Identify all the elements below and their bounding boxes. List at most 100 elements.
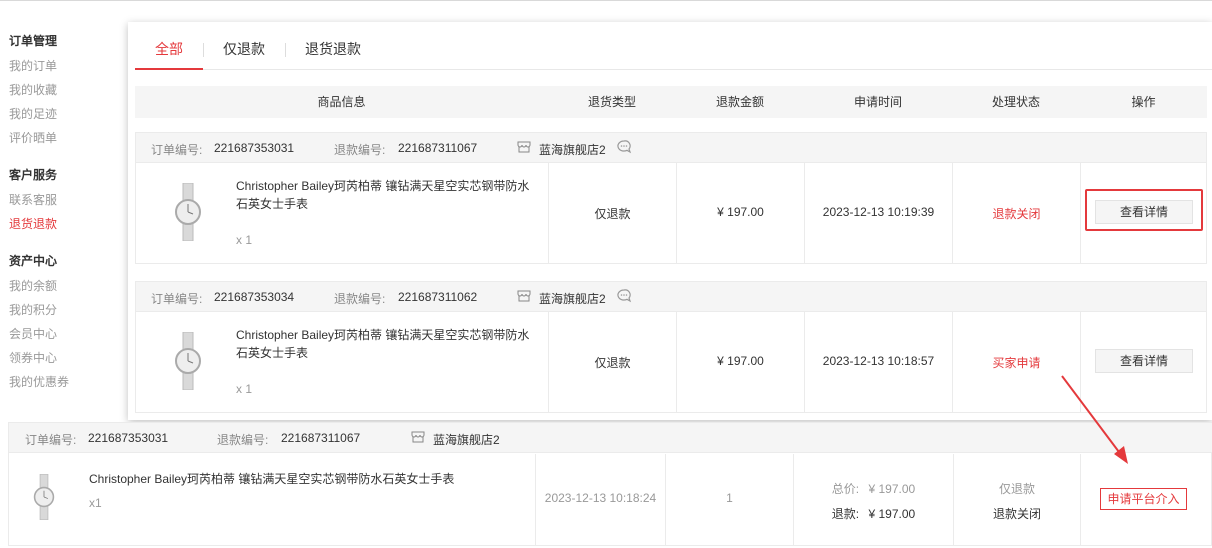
refund-type-cell: 仅退款 xyxy=(549,163,677,263)
table-header: 商品信息 退货类型 退款金额 申请时间 处理状态 操作 xyxy=(135,86,1207,118)
refund-list-panel: 全部 仅退款 退货退款 商品信息 退货类型 退款金额 申请时间 处理状态 操作 … xyxy=(135,28,1212,420)
status-cell: 退款关闭 xyxy=(953,163,1081,263)
annotation-arrow-icon xyxy=(1061,375,1128,464)
col-refund-type: 退货类型 xyxy=(587,95,636,109)
apply-time: 2023-12-13 10:18:57 xyxy=(822,354,935,368)
product-name[interactable]: Christopher Bailey珂芮柏蒂 镶钻满天星空实芯钢带防水石英女士手… xyxy=(236,326,536,362)
total-label: 总价: xyxy=(831,482,860,496)
amount-cell: 总价: ¥ 197.00 退款: ¥ 197.00 xyxy=(794,454,954,546)
apply-time-cell: 2023-12-13 10:18:57 xyxy=(805,312,953,412)
platform-order-row: 订单编号: 221687353031 退款编号: 221687311067 蓝海… xyxy=(8,422,1212,546)
shop-icon xyxy=(517,141,531,153)
sidebar: 订单管理 我的订单 我的收藏 我的足迹 评价晒单 客户服务 联系客服 退货退款 … xyxy=(9,32,119,410)
sidebar-title: 客户服务 xyxy=(9,168,58,182)
tab-all[interactable]: 全部 xyxy=(135,38,203,70)
sidebar-item-points[interactable]: 我的积分 xyxy=(9,300,119,324)
refund-type: 仅退款 xyxy=(594,207,631,221)
request-platform-intervention-button[interactable]: 申请平台介入 xyxy=(1100,488,1187,510)
view-details-button[interactable]: 查看详情 xyxy=(1095,200,1193,224)
order-no: 221687353034 xyxy=(214,290,295,304)
order-body: Christopher Bailey珂芮柏蒂 镶钻满天星空实芯钢带防水石英女士手… xyxy=(136,163,1206,263)
sidebar-title: 订单管理 xyxy=(9,34,58,48)
refund-no: 221687311067 xyxy=(281,431,361,445)
tab-bar: 全部 仅退款 退货退款 xyxy=(135,28,1212,70)
order-no-label: 订单编号: xyxy=(151,292,203,306)
sidebar-title: 资产中心 xyxy=(9,254,58,268)
refund-no-label: 退款编号: xyxy=(334,143,386,157)
apply-time-cell: 2023-12-13 10:18:24 xyxy=(536,454,666,546)
sidebar-item-footprints[interactable]: 我的足迹 xyxy=(9,104,119,128)
product-qty: x 1 xyxy=(236,233,253,247)
refund-status: 退款关闭 xyxy=(992,207,1041,221)
refund-status: 买家申请 xyxy=(992,356,1041,370)
refund-no: 221687311062 xyxy=(398,290,478,304)
sidebar-item-refunds[interactable]: 退货退款 xyxy=(9,214,119,238)
sidebar-item-membership[interactable]: 会员中心 xyxy=(9,324,119,348)
order-header: 订单编号: 221687353031 退款编号: 221687311067 蓝海… xyxy=(9,423,1212,453)
sidebar-item-my-coupons[interactable]: 我的优惠券 xyxy=(9,372,119,396)
total-value: ¥ 197.00 xyxy=(868,482,916,496)
tab-divider xyxy=(285,43,286,57)
refund-no-label: 退款编号: xyxy=(334,292,386,306)
refund-amount-cell: ¥ 197.00 xyxy=(677,312,805,412)
watch-image[interactable] xyxy=(174,183,202,241)
refund-type: 仅退款 xyxy=(594,356,631,370)
sidebar-item-coupon-center[interactable]: 领券中心 xyxy=(9,348,119,372)
product-cell: Christopher Bailey珂芮柏蒂 镶钻满天星空实芯钢带防水石英女士手… xyxy=(9,454,536,546)
sidebar-item-balance[interactable]: 我的余额 xyxy=(9,276,119,300)
apply-time: 2023-12-13 10:19:39 xyxy=(822,205,935,219)
tab-return-refund[interactable]: 退货退款 xyxy=(295,38,371,70)
order-no-label: 订单编号: xyxy=(151,143,203,157)
top-divider xyxy=(0,0,1212,1)
refund-status: 退款关闭 xyxy=(992,507,1041,521)
col-product-info: 商品信息 xyxy=(317,95,366,109)
sidebar-item-reviews[interactable]: 评价晒单 xyxy=(9,128,119,152)
order-no: 221687353031 xyxy=(88,431,169,445)
order-row: 订单编号: 221687353031 退款编号: 221687311067 蓝海… xyxy=(135,132,1207,264)
shop-name[interactable]: 蓝海旗舰店2 xyxy=(539,290,606,307)
refund-no-label: 退款编号: xyxy=(217,433,269,447)
order-header: 订单编号: 221687353034 退款编号: 221687311062 蓝海… xyxy=(136,282,1206,312)
product-name[interactable]: Christopher Bailey珂芮柏蒂 镶钻满天星空实芯钢带防水石英女士手… xyxy=(236,177,536,213)
product-qty: x1 xyxy=(89,496,102,510)
refund-amount: ¥ 197.00 xyxy=(717,205,764,219)
order-no-label: 订单编号: xyxy=(25,433,77,447)
sidebar-item-contact[interactable]: 联系客服 xyxy=(9,190,119,214)
sidebar-group-service: 客户服务 联系客服 退货退款 xyxy=(9,166,119,238)
refund-line: 退款: ¥ 197.00 xyxy=(794,505,953,522)
tab-divider xyxy=(203,43,204,57)
chat-icon[interactable] xyxy=(616,288,632,304)
col-status: 处理状态 xyxy=(991,95,1040,109)
order-body: Christopher Bailey珂芮柏蒂 镶钻满天星空实芯钢带防水石英女士手… xyxy=(136,312,1206,412)
refund-label: 退款: xyxy=(831,507,860,521)
item-count: 1 xyxy=(726,491,733,505)
refund-value: ¥ 197.00 xyxy=(868,507,916,521)
shop-icon xyxy=(411,431,425,443)
tab-refund-only[interactable]: 仅退款 xyxy=(213,38,275,70)
refund-no: 221687311067 xyxy=(398,141,478,155)
sidebar-group-orders: 订单管理 我的订单 我的收藏 我的足迹 评价晒单 xyxy=(9,32,119,152)
col-apply-time: 申请时间 xyxy=(853,95,902,109)
order-row: 订单编号: 221687353034 退款编号: 221687311062 蓝海… xyxy=(135,281,1207,413)
product-cell: Christopher Bailey珂芮柏蒂 镶钻满天星空实芯钢带防水石英女士手… xyxy=(136,312,549,412)
product-qty: x 1 xyxy=(236,382,253,396)
watch-image[interactable] xyxy=(174,332,202,390)
col-refund-amount: 退款金额 xyxy=(715,95,764,109)
refund-amount-cell: ¥ 197.00 xyxy=(677,163,805,263)
sidebar-item-favorites[interactable]: 我的收藏 xyxy=(9,80,119,104)
action-cell: 查看详情 xyxy=(1081,163,1207,263)
apply-time: 2023-12-13 10:18:24 xyxy=(544,491,657,505)
shop-name[interactable]: 蓝海旗舰店2 xyxy=(539,141,606,158)
watch-image[interactable] xyxy=(33,474,55,520)
sidebar-group-assets: 资产中心 我的余额 我的积分 会员中心 领券中心 我的优惠券 xyxy=(9,252,119,396)
chat-icon[interactable] xyxy=(616,139,632,155)
order-header: 订单编号: 221687353031 退款编号: 221687311067 蓝海… xyxy=(136,133,1206,163)
view-details-button[interactable]: 查看详情 xyxy=(1095,349,1193,373)
total-line: 总价: ¥ 197.00 xyxy=(794,480,953,497)
col-actions: 操作 xyxy=(1131,95,1156,109)
sidebar-item-my-orders[interactable]: 我的订单 xyxy=(9,56,119,80)
apply-time-cell: 2023-12-13 10:19:39 xyxy=(805,163,953,263)
shop-name[interactable]: 蓝海旗舰店2 xyxy=(433,431,500,448)
refund-type: 仅退款 xyxy=(998,482,1035,496)
product-name[interactable]: Christopher Bailey珂芮柏蒂 镶钻满天星空实芯钢带防水石英女士手… xyxy=(89,470,509,488)
